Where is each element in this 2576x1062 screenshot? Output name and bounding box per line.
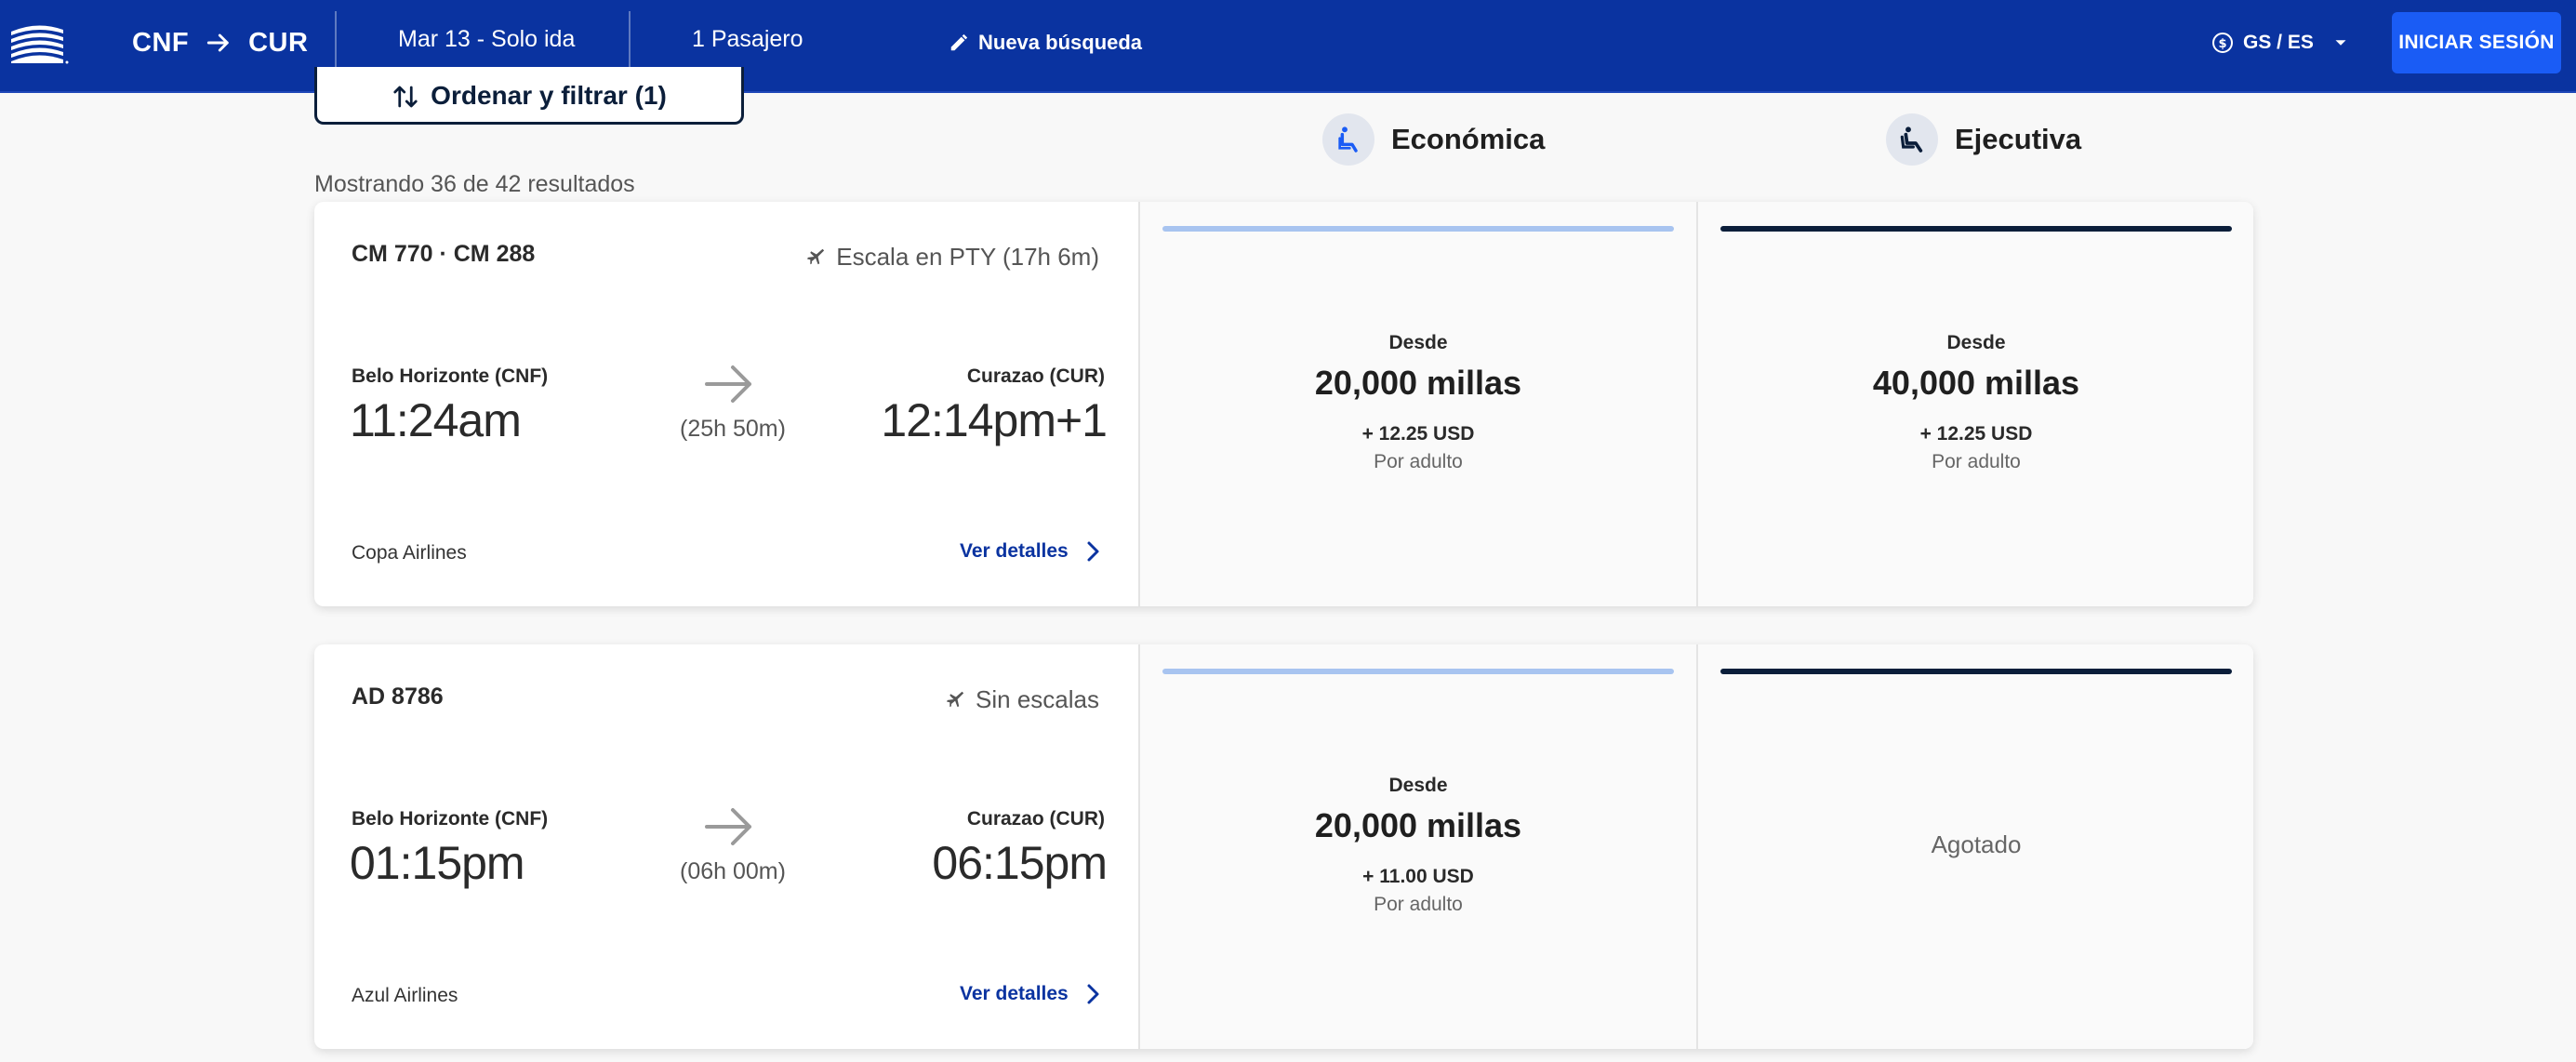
login-button[interactable]: INICIAR SESIÓN	[2392, 12, 2561, 73]
destination-city: Curazao (CUR)	[966, 365, 1105, 387]
business-fare-bar	[1720, 669, 2232, 674]
view-details-link[interactable]: Ver detalles	[960, 979, 1104, 1009]
business-cabin-label: Ejecutiva	[1955, 123, 2082, 155]
airline-name: Copa Airlines	[352, 542, 467, 564]
plane-icon	[947, 691, 964, 707]
economy-cabin-label: Económica	[1391, 123, 1546, 155]
destination-code: CUR	[248, 27, 309, 58]
flight-info: CM 770 · CM 288 Escala en PTY (17h 6m) B…	[314, 202, 1138, 606]
currency-language-selector[interactable]: $ GS / ES	[2211, 28, 2351, 58]
fare-miles: 20,000 millas	[1314, 364, 1522, 402]
chevron-right-icon	[1087, 984, 1099, 1004]
fare-from-label: Desde	[1388, 332, 1448, 353]
fare-per-adult: Por adulto	[1374, 451, 1463, 472]
flight-number: CM 770 · CM 288	[352, 241, 536, 267]
economy-fare-bar	[1162, 669, 1674, 674]
arrival-time: 12:14pm+1	[881, 394, 1108, 446]
header-divider	[629, 11, 631, 74]
economy-cabin-header: Económica	[1322, 112, 1545, 167]
flight-duration: (25h 50m)	[680, 416, 786, 442]
flight-duration: (06h 00m)	[680, 858, 786, 884]
departure-time: 01:15pm	[350, 837, 525, 889]
svg-text:$: $	[2218, 37, 2226, 51]
business-fare-option[interactable]: Desde 40,000 millas + 12.25 USD Por adul…	[1696, 202, 2253, 606]
date-trip-type[interactable]: Mar 13 - Solo ida	[398, 26, 575, 53]
origin-city: Belo Horizonte (CNF)	[352, 808, 549, 830]
view-details-label: Ver detalles	[960, 983, 1069, 1004]
fare-miles: 20,000 millas	[1314, 806, 1522, 844]
sort-filter-button[interactable]: Ordenar y filtrar (1)	[314, 67, 744, 125]
business-fare-option: Agotado	[1696, 644, 2253, 1049]
departure-time: 11:24am	[350, 394, 522, 446]
arrow-right-icon	[705, 365, 751, 403]
stops-label: Escala en PTY (17h 6m)	[836, 243, 1099, 271]
stops-info: Sin escalas	[946, 685, 1099, 714]
economy-fare-option[interactable]: Desde 20,000 millas + 11.00 USD Por adul…	[1138, 644, 1696, 1049]
plane-icon	[807, 248, 825, 264]
arrow-right-icon	[206, 33, 229, 52]
stops-info: Escala en PTY (17h 6m)	[806, 243, 1099, 272]
route-summary[interactable]: CNF CUR	[132, 24, 308, 61]
arrow-right-icon	[705, 808, 751, 845]
view-details-link[interactable]: Ver detalles	[960, 537, 1104, 566]
sort-filter-label: Ordenar y filtrar (1)	[431, 81, 667, 110]
stops-label: Sin escalas	[976, 685, 1099, 713]
view-details-label: Ver detalles	[960, 540, 1069, 562]
header-divider	[335, 11, 337, 74]
fare-from-label: Desde	[1388, 775, 1448, 796]
currency-language-label: GS / ES	[2243, 32, 2314, 53]
origin-city: Belo Horizonte (CNF)	[352, 365, 549, 387]
flight-card: CM 770 · CM 288 Escala en PTY (17h 6m) B…	[314, 202, 2253, 606]
caret-down-icon	[2335, 40, 2346, 46]
fare-taxes: + 11.00 USD	[1362, 866, 1474, 887]
new-search-button[interactable]: Nueva búsqueda	[949, 28, 1142, 58]
economy-fare-bar	[1162, 226, 1674, 232]
fare-from-label: Desde	[1946, 332, 2006, 353]
fare-taxes: + 12.25 USD	[1919, 423, 2033, 445]
sort-arrows-icon	[393, 86, 418, 108]
copa-logo[interactable]	[9, 19, 69, 67]
business-cabin-header: Ejecutiva	[1886, 112, 2081, 167]
flight-number: AD 8786	[352, 684, 444, 710]
economy-fare-option[interactable]: Desde 20,000 millas + 12.25 USD Por adul…	[1138, 202, 1696, 606]
flight-info: AD 8786 Sin escalas Belo Horizonte (CNF)…	[314, 644, 1138, 1049]
fare-per-adult: Por adulto	[1374, 894, 1463, 915]
fare-miles: 40,000 millas	[1872, 364, 2080, 402]
arrival-time: 06:15pm	[932, 837, 1108, 889]
fare-per-adult: Por adulto	[1932, 451, 2021, 472]
sold-out-label: Agotado	[1931, 830, 2022, 858]
flight-card: AD 8786 Sin escalas Belo Horizonte (CNF)…	[314, 644, 2253, 1049]
new-search-label: Nueva búsqueda	[978, 31, 1143, 54]
chevron-right-icon	[1087, 541, 1099, 562]
destination-city: Curazao (CUR)	[966, 808, 1105, 830]
pencil-icon	[950, 33, 968, 51]
business-seat-icon	[1886, 113, 1938, 166]
fare-taxes: + 12.25 USD	[1361, 423, 1475, 445]
business-fare-bar	[1720, 226, 2232, 232]
currency-icon: $	[2212, 33, 2233, 53]
results-count: Mostrando 36 de 42 resultados	[314, 171, 635, 197]
airline-name: Azul Airlines	[352, 985, 458, 1006]
origin-code: CNF	[132, 27, 190, 58]
economy-seat-icon	[1322, 113, 1374, 166]
passengers-count[interactable]: 1 Pasajero	[692, 26, 803, 53]
